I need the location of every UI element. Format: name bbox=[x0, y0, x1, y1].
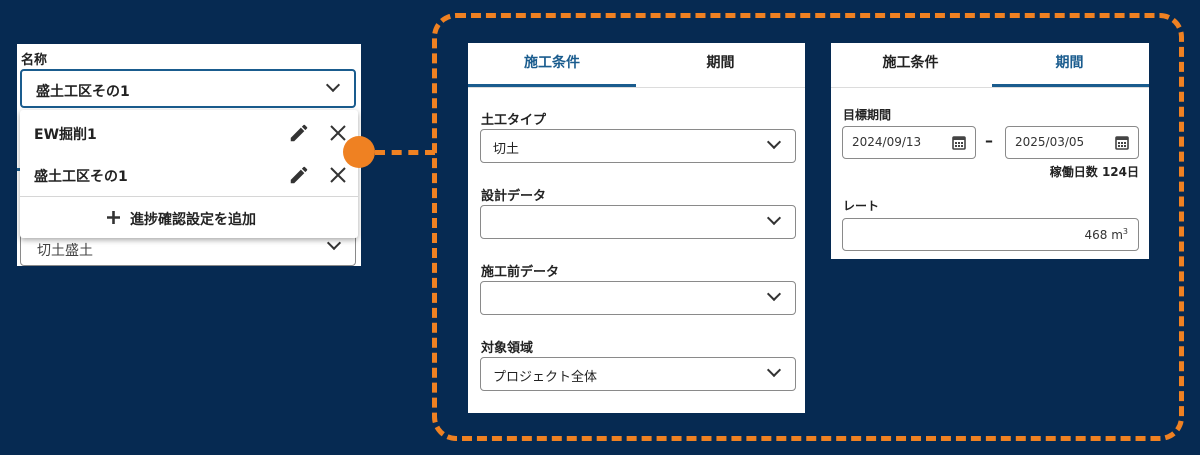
pre-construction-data-select[interactable] bbox=[480, 281, 796, 315]
calendar-icon[interactable] bbox=[952, 135, 966, 150]
chevron-down-icon bbox=[766, 286, 782, 302]
rate-input[interactable]: 468 m3 bbox=[842, 218, 1139, 251]
active-tab-indicator bbox=[992, 84, 1149, 87]
end-date-input[interactable]: 2025/03/05 bbox=[1005, 126, 1139, 159]
target-area-select[interactable]: プロジェクト全体 bbox=[480, 357, 796, 391]
start-date-input[interactable]: 2024/09/13 bbox=[842, 126, 976, 159]
close-icon[interactable] bbox=[329, 166, 347, 184]
add-setting-button[interactable]: 進捗確認設定を追加 bbox=[20, 197, 358, 238]
chevron-down-icon bbox=[766, 210, 782, 226]
rate-label: レート bbox=[843, 199, 880, 213]
rate-number: 468 m bbox=[1084, 228, 1123, 242]
chevron-down-icon bbox=[766, 362, 782, 378]
chevron-down-icon bbox=[766, 134, 782, 150]
name-select[interactable]: 盛土工区その1 bbox=[20, 69, 356, 108]
working-days: 稼働日数 124日 bbox=[1049, 165, 1139, 179]
dropdown-item[interactable]: 盛土工区その1 bbox=[20, 154, 358, 196]
tab-construction-conditions[interactable]: 施工条件 bbox=[831, 43, 990, 87]
edit-icon[interactable] bbox=[288, 122, 310, 144]
earthwork-type-select[interactable]: 切土 bbox=[480, 129, 796, 163]
edit-icon[interactable] bbox=[288, 164, 310, 186]
construction-conditions-card: 施工条件 期間 土工タイプ 切土 設計データ 施工前データ 対象領域 プロジェク… bbox=[468, 43, 805, 413]
calendar-icon[interactable] bbox=[1115, 135, 1129, 150]
dropdown-item-label: 盛土工区その1 bbox=[34, 169, 128, 185]
target-area-label: 対象領域 bbox=[481, 341, 534, 356]
add-setting-label: 進捗確認設定を追加 bbox=[130, 212, 256, 228]
plus-icon bbox=[107, 211, 120, 224]
name-label: 名称 bbox=[21, 53, 48, 68]
tabs-divider bbox=[468, 87, 805, 88]
highlight-dot bbox=[343, 136, 375, 168]
chevron-down-icon bbox=[326, 235, 342, 251]
period-card: 施工条件 期間 目標期間 2024/09/13 – 2025/03/05 稼働日… bbox=[831, 43, 1149, 259]
earthwork-type-value: 切土 bbox=[493, 142, 520, 157]
dropdown-item[interactable]: EW掘削1 bbox=[20, 112, 358, 154]
connector-line bbox=[375, 150, 435, 155]
rate-value: 468 m3 bbox=[1084, 227, 1128, 242]
tabs-divider bbox=[831, 87, 1149, 88]
name-select-value: 盛土工区その1 bbox=[36, 84, 130, 100]
chevron-down-icon bbox=[325, 77, 341, 93]
target-period-label: 目標期間 bbox=[843, 108, 892, 122]
earthwork-type-label: 土工タイプ bbox=[481, 113, 547, 128]
rate-unit-exponent: 3 bbox=[1122, 227, 1128, 236]
target-area-value: プロジェクト全体 bbox=[493, 370, 598, 385]
start-date-value: 2024/09/13 bbox=[852, 135, 922, 149]
tab-period[interactable]: 期間 bbox=[990, 43, 1149, 87]
name-dropdown-menu: EW掘削1 盛土工区その1 進捗確認設定を追加 bbox=[20, 110, 358, 238]
close-icon[interactable] bbox=[329, 124, 347, 142]
dropdown-item-label: EW掘削1 bbox=[34, 127, 97, 143]
pre-construction-data-label: 施工前データ bbox=[481, 265, 560, 280]
tab-construction-conditions[interactable]: 施工条件 bbox=[468, 43, 636, 87]
name-panel: 名称 盛土工区その1 切土盛土 EW掘削1 盛土工区その1 進捗確認設定を追加 bbox=[17, 44, 361, 266]
date-range-separator: – bbox=[985, 131, 993, 150]
end-date-value: 2025/03/05 bbox=[1015, 135, 1085, 149]
design-data-label: 設計データ bbox=[481, 189, 547, 204]
design-data-select[interactable] bbox=[480, 205, 796, 239]
type-select-value: 切土盛土 bbox=[37, 243, 93, 259]
active-tab-indicator bbox=[468, 84, 636, 87]
tab-period[interactable]: 期間 bbox=[636, 43, 805, 87]
